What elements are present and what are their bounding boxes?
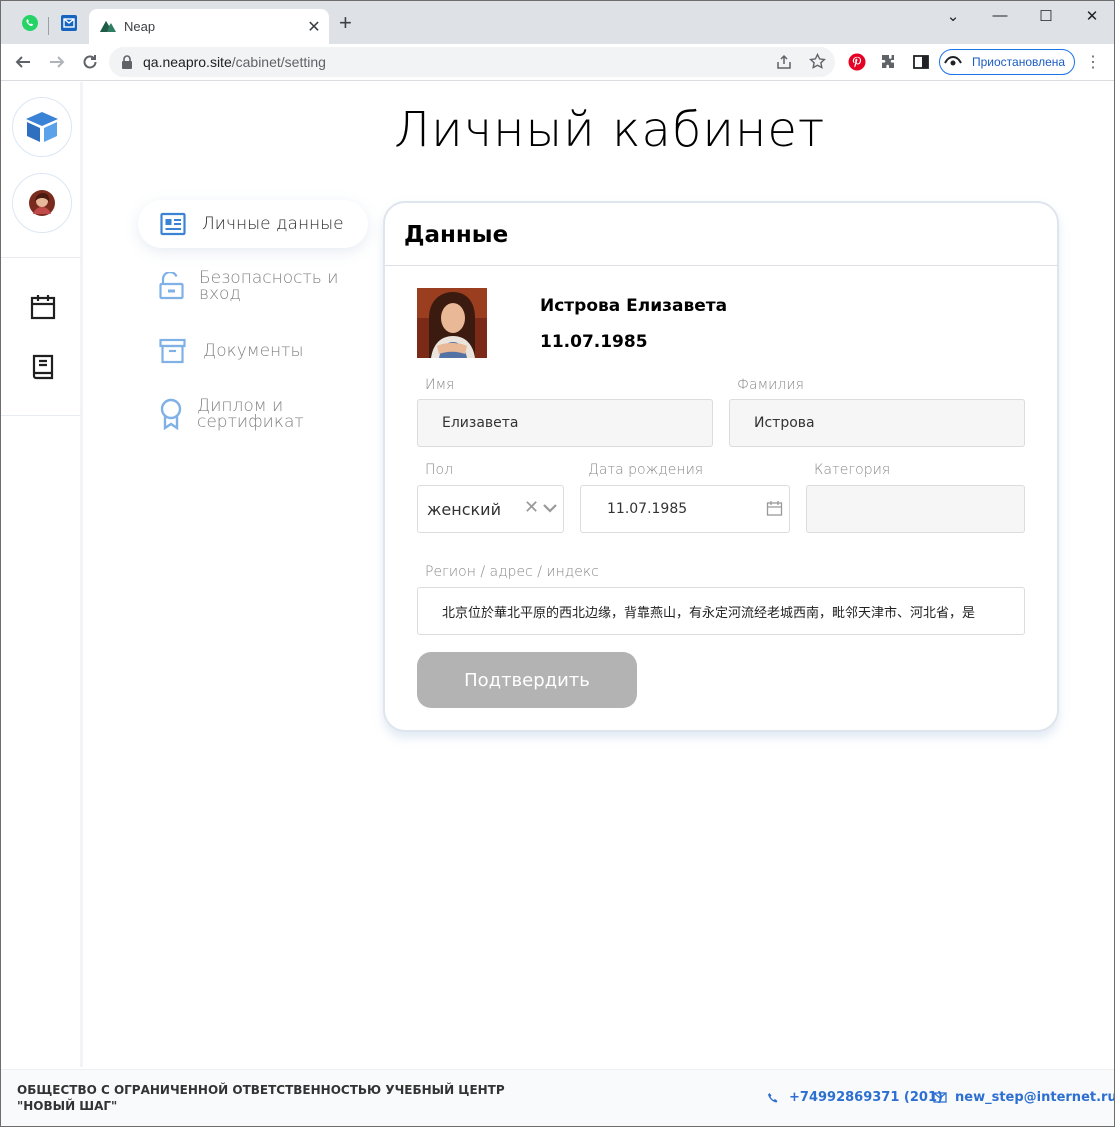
address-value: 北京位於華北平原的西北边缘，背靠燕山，有永定河流经老城西南，毗邻天津市、河北省，… (442, 605, 976, 621)
menu-item-security[interactable]: Безопасность и вход (159, 268, 339, 304)
mail-icon (61, 15, 77, 31)
calendar-icon[interactable] (29, 293, 57, 321)
archive-box-icon (159, 338, 186, 364)
menu-item-documents[interactable]: Документы (159, 338, 304, 364)
chevron-down-icon[interactable] (542, 500, 558, 516)
user-avatar-button[interactable] (12, 173, 72, 233)
reload-icon[interactable] (78, 53, 102, 71)
browser-toolbar: qa.neapro.site/cabinet/setting Приостано… (1, 44, 1114, 81)
pinterest-icon[interactable] (848, 53, 866, 71)
personal-data-card: Данные Истрова Елизавета 11.07.1985 Имя (383, 201, 1059, 732)
profile-label: Приостановлена (972, 55, 1066, 69)
email-icon (933, 1092, 947, 1103)
profile-dob: 11.07.1985 (540, 332, 648, 352)
gender-value: женский (427, 500, 501, 519)
footer-phone-link[interactable]: +74992869371 (201) (767, 1090, 943, 1105)
id-card-icon (160, 212, 186, 236)
gender-label: Пол (425, 462, 454, 478)
tab-title: Neap (124, 19, 156, 34)
new-tab-button[interactable]: + (339, 12, 352, 34)
card-header: Данные (385, 203, 1057, 266)
url-path: /cabinet/setting (231, 54, 326, 70)
menu-item-personal-data[interactable]: Личные данные (138, 200, 368, 248)
menu-item-label: Личные данные (202, 214, 344, 234)
lock-icon (122, 55, 132, 69)
maximize-button[interactable]: ☐ (1031, 7, 1061, 25)
whatsapp-icon (22, 15, 38, 31)
user-avatar (29, 190, 55, 216)
birthdate-field[interactable]: 11.07.1985 (580, 485, 790, 533)
back-icon[interactable] (11, 53, 35, 71)
footer: ОБЩЕСТВО С ОГРАНИЧЕННОЙ ОТВЕТСТВЕННОСТЬЮ… (1, 1069, 1114, 1126)
incognito-eye-icon (944, 55, 962, 66)
unlock-icon (159, 272, 184, 300)
first-name-label: Имя (425, 377, 455, 393)
address-field[interactable]: 北京位於華北平原的西北边缘，背靠燕山，有永定河流经老城西南，毗邻天津市、河北省，… (417, 587, 1025, 635)
profile-photo (417, 288, 487, 358)
neap-favicon-icon (100, 21, 116, 32)
book-icon[interactable] (29, 353, 57, 381)
address-label: Регион / адрес / индекс (425, 564, 599, 580)
tab-close-icon[interactable]: ✕ (305, 17, 323, 37)
card-title: Данные (404, 222, 509, 248)
active-tab[interactable]: Neap ✕ (89, 9, 329, 44)
last-name-label: Фамилия (737, 377, 804, 393)
category-field[interactable] (806, 485, 1025, 533)
extensions-icon[interactable] (879, 53, 897, 71)
page-title: Личный кабинет (394, 102, 826, 158)
side-panel-icon[interactable] (912, 53, 930, 71)
company-name: ОБЩЕСТВО С ОГРАНИЧЕННОЙ ОТВЕТСТВЕННОСТЬЮ… (17, 1083, 505, 1113)
clear-icon[interactable]: ✕ (524, 497, 539, 518)
email-text: new_step@internet.ru (955, 1090, 1115, 1105)
url-host: qa.neapro.site (143, 54, 232, 70)
first-name-value: Елизавета (442, 415, 519, 431)
phone-icon (768, 1092, 778, 1102)
profile-chip[interactable]: Приостановлена (939, 49, 1075, 75)
page-content: Личный кабинет Личные данные Безопасност… (1, 82, 1114, 1126)
forward-icon[interactable] (45, 53, 69, 71)
menu-item-label: Документы (203, 341, 304, 361)
menu-item-label: Безопасность и вход (199, 268, 339, 304)
whatsapp-tab[interactable] (20, 13, 40, 33)
browser-menu-icon[interactable]: ⋮ (1085, 52, 1101, 72)
birthdate-label: Дата рождения (588, 462, 704, 478)
rail-divider (1, 257, 81, 258)
gender-select[interactable]: женский ✕ (417, 485, 564, 533)
last-name-value: Истрова (754, 415, 815, 431)
logo-cube-icon (26, 112, 58, 142)
logo-button[interactable] (12, 97, 72, 157)
tab-strip: Neap ✕ + ⌄ — ☐ ✕ (1, 1, 1114, 44)
category-label: Категория (814, 462, 891, 478)
profile-photo-image (417, 288, 487, 358)
close-window-button[interactable]: ✕ (1077, 7, 1107, 25)
tab-search-icon[interactable]: ⌄ (938, 7, 968, 25)
rail-divider-bottom (1, 415, 81, 416)
tab-separator (48, 17, 49, 35)
award-icon (160, 398, 182, 430)
footer-email-link[interactable]: new_step@internet.ru (933, 1090, 1115, 1105)
menu-item-label: Диплом и сертификат (197, 396, 304, 432)
first-name-field[interactable]: Елизавета (417, 399, 713, 447)
birthdate-value: 11.07.1985 (607, 501, 688, 517)
last-name-field[interactable]: Истрова (729, 399, 1025, 447)
mail-tab[interactable] (59, 13, 79, 33)
left-nav-rail (1, 82, 83, 1067)
bookmark-star-icon[interactable] (809, 53, 826, 70)
share-icon[interactable] (776, 54, 792, 70)
phone-text: +74992869371 (201) (789, 1090, 943, 1105)
minimize-button[interactable]: — (985, 7, 1015, 24)
menu-item-diploma[interactable]: Диплом и сертификат (159, 396, 317, 432)
profile-name: Истрова Елизавета (540, 296, 728, 316)
address-bar[interactable]: qa.neapro.site/cabinet/setting (109, 47, 835, 77)
confirm-button[interactable]: Подтвердить (417, 652, 637, 708)
calendar-picker-icon[interactable] (766, 500, 783, 517)
browser-window: Neap ✕ + ⌄ — ☐ ✕ qa.neapro.site/cabinet/… (0, 0, 1115, 1127)
url-text: qa.neapro.site/cabinet/setting (143, 54, 326, 70)
